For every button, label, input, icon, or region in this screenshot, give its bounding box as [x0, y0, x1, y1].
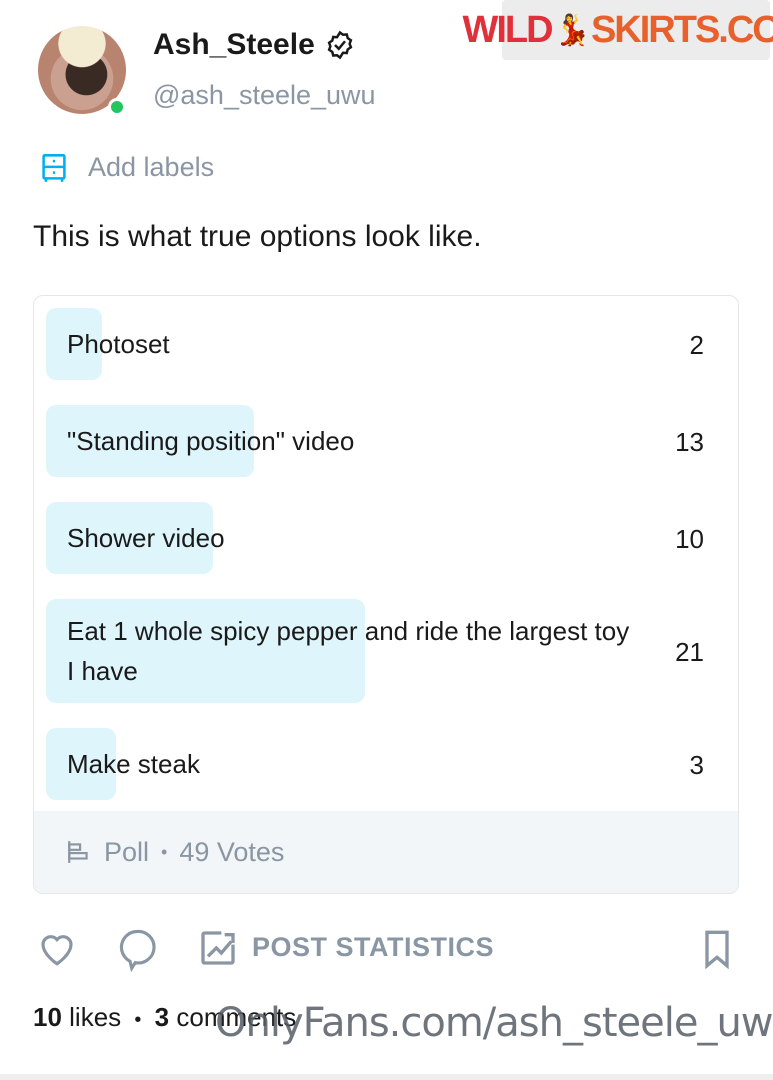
site-logo: WILD 💃 SKIRTS.COM	[463, 0, 773, 60]
comments-count: 3	[154, 1002, 170, 1032]
poll-option-count: 10	[675, 524, 704, 554]
poll-option[interactable]: Shower video 10	[46, 502, 726, 574]
likes-label[interactable]: likes	[69, 1002, 121, 1032]
likes-count: 10	[33, 1002, 62, 1032]
like-heart-icon[interactable]	[36, 926, 78, 970]
poll-option-count: 3	[689, 750, 704, 780]
logo-text-2: SKIRTS.COM	[590, 8, 773, 51]
separator-dot: •	[134, 1009, 142, 1031]
author-name-text: Ash_Steele	[153, 28, 315, 61]
bookmark-icon[interactable]	[697, 928, 737, 970]
author-handle[interactable]: @ash_steele_uwu	[153, 80, 376, 111]
separator-dot: •	[161, 841, 168, 862]
poll-option[interactable]: Eat 1 whole spicy pepper and ride the la…	[46, 599, 726, 703]
poll-footer: Poll • 49 Votes	[34, 811, 738, 893]
poll-option-label: "Standing position" video	[67, 426, 355, 456]
poll-option-count: 21	[675, 637, 704, 667]
poll-option[interactable]: "Standing position" video 13	[46, 405, 726, 477]
add-labels-label: Add labels	[88, 152, 215, 182]
add-labels-button[interactable]: Add labels	[40, 152, 214, 183]
poll-option-label: Eat 1 whole spicy pepper and ride the la…	[67, 616, 630, 686]
post-text: This is what true options look like.	[33, 220, 482, 253]
watermark-text: OnlyFans.com/ash_steele_uwu	[215, 1000, 773, 1046]
poll-option-label: Make steak	[67, 749, 200, 779]
post-actions: POST STATISTICS	[36, 926, 737, 972]
statistics-chart-icon	[201, 931, 235, 965]
poll-option-count: 13	[675, 427, 704, 457]
poll-option[interactable]: Photoset 2	[46, 308, 726, 380]
poll-option-count: 2	[689, 330, 704, 360]
poll-option-label: Shower video	[67, 523, 225, 553]
online-status-indicator	[108, 98, 126, 116]
verified-badge-icon	[327, 30, 353, 60]
poll-type-label: Poll	[104, 836, 150, 867]
poll-card: Photoset 2 "Standing position" video 13 …	[33, 295, 739, 894]
poll-option-label: Photoset	[67, 329, 170, 359]
poll-option[interactable]: Make steak 3	[46, 728, 726, 800]
poll-votes-total: 49 Votes	[179, 836, 285, 867]
poll-icon	[68, 841, 88, 863]
author-name[interactable]: Ash_Steele	[153, 28, 355, 62]
post-statistics-label: POST STATISTICS	[252, 932, 495, 962]
dancer-icon: 💃	[553, 13, 591, 47]
comment-bubble-icon[interactable]	[116, 926, 158, 972]
divider	[0, 1074, 773, 1080]
labels-drawer-icon	[42, 153, 66, 182]
logo-text-1: WILD	[462, 8, 554, 51]
